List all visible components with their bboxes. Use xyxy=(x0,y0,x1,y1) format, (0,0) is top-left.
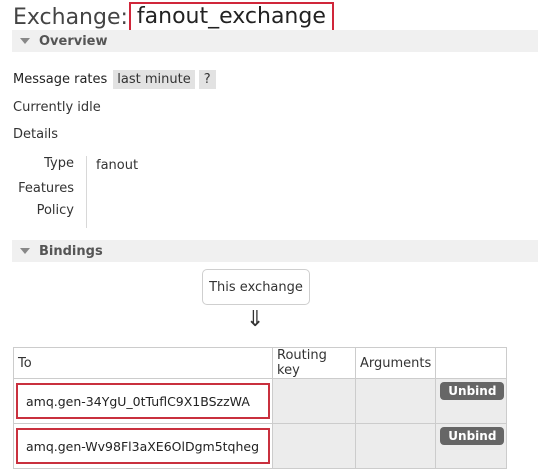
details-divider xyxy=(86,156,87,228)
bindings-heading: Bindings xyxy=(39,243,103,259)
down-arrow-icon: ⇓ xyxy=(246,307,265,332)
unbind-button[interactable]: Unbind xyxy=(440,382,505,400)
this-exchange-box: This exchange xyxy=(202,269,310,305)
details-label: Details xyxy=(13,127,59,142)
collapse-triangle-icon xyxy=(20,248,30,254)
queue-link[interactable]: amq.gen-34YgU_0tTuflC9X1BSzzWA xyxy=(16,383,270,419)
bindings-table: To Routing key Arguments amq.gen-34YgU_0… xyxy=(13,347,508,469)
details-table: Type fanout Features Policy xyxy=(0,152,200,228)
message-rates-row: Message rates last minute ? xyxy=(13,69,216,89)
binding-destination-cell: amq.gen-34YgU_0tTuflC9X1BSzzWA xyxy=(13,378,273,424)
rate-window-button[interactable]: last minute xyxy=(113,69,195,89)
type-key: Type xyxy=(44,156,74,171)
help-button[interactable]: ? xyxy=(198,69,216,89)
page-title: Exchange: fanout_exchange xyxy=(13,2,334,32)
bindings-section-header[interactable]: Bindings xyxy=(12,240,538,262)
title-prefix: Exchange: xyxy=(13,4,128,30)
overview-section-header[interactable]: Overview xyxy=(12,30,538,52)
collapse-triangle-icon xyxy=(20,38,30,44)
policy-key: Policy xyxy=(36,203,74,218)
column-header-arguments: Arguments xyxy=(354,347,437,379)
column-header-to: To xyxy=(13,347,273,379)
exchange-name: fanout_exchange xyxy=(128,2,334,32)
column-header-actions xyxy=(435,347,508,379)
features-key: Features xyxy=(18,181,74,196)
arguments-cell xyxy=(354,378,437,424)
type-value: fanout xyxy=(96,158,139,173)
column-header-routing-key: Routing key xyxy=(272,347,356,379)
routing-key-cell xyxy=(272,378,356,424)
table-row: amq.gen-34YgU_0tTuflC9X1BSzzWA Unbind xyxy=(13,378,508,424)
unbind-button[interactable]: Unbind xyxy=(440,427,505,445)
status-text: Currently idle xyxy=(13,100,101,115)
table-header-row: To Routing key Arguments xyxy=(13,347,508,379)
queue-link[interactable]: amq.gen-Wv98Fl3aXE6OlDgm5tqheg xyxy=(16,428,270,464)
actions-cell: Unbind xyxy=(435,378,508,424)
message-rates-label: Message rates xyxy=(13,71,108,87)
overview-heading: Overview xyxy=(39,33,108,49)
